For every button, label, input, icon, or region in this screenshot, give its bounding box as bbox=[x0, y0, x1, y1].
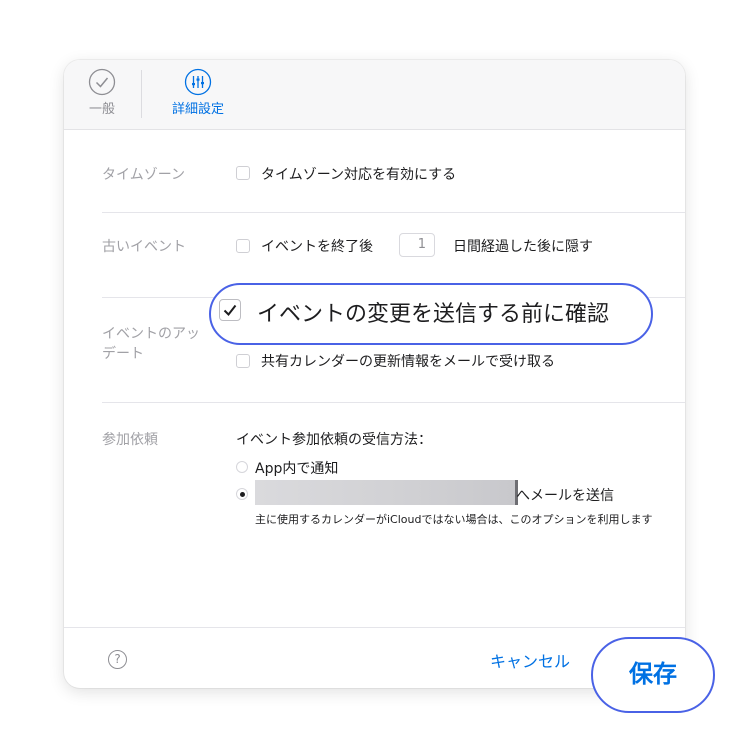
cancel-button[interactable]: キャンセル bbox=[490, 648, 570, 672]
shared-updates-option-label: 共有カレンダーの更新情報をメールで受け取る bbox=[261, 354, 555, 370]
email-radio[interactable] bbox=[236, 488, 248, 500]
hide-old-events-prefix: イベントを終了後 bbox=[261, 239, 373, 255]
timezone-checkbox[interactable] bbox=[236, 166, 250, 180]
checkmark-circle-icon bbox=[88, 68, 116, 96]
event-updates-label-line2: デート bbox=[102, 346, 144, 362]
email-option-note: 主に使用するカレンダーがiCloudではない場合は、このオプションを利用します bbox=[255, 513, 653, 526]
timezone-option-label: タイムゾーン対応を有効にする bbox=[261, 167, 457, 183]
event-updates-label: イベントのアッ デート bbox=[102, 324, 200, 364]
tab-general[interactable]: 一般 bbox=[82, 68, 122, 117]
event-updates-label-line1: イベントのアッ bbox=[102, 326, 200, 342]
invitations-heading: イベント参加依頼の受信方法： bbox=[236, 432, 432, 448]
save-button[interactable]: 保存 bbox=[591, 637, 715, 713]
help-icon[interactable]: ? bbox=[108, 650, 127, 669]
divider bbox=[102, 212, 685, 213]
checkmark-icon bbox=[223, 304, 237, 317]
footer-divider bbox=[64, 627, 685, 628]
timezone-label: タイムゾーン bbox=[102, 167, 186, 183]
invitations-label: 参加依頼 bbox=[102, 432, 158, 448]
tab-advanced[interactable]: 詳細設定 bbox=[160, 68, 236, 117]
confirm-before-sending-checkbox[interactable] bbox=[219, 299, 241, 321]
redacted-email bbox=[255, 480, 517, 505]
tab-general-label: 一般 bbox=[88, 102, 115, 117]
confirm-before-sending-label: イベントの変更を送信する前に確認 bbox=[257, 302, 610, 327]
notify-in-app-label: App内で通知 bbox=[255, 461, 339, 477]
shared-updates-checkbox[interactable] bbox=[236, 354, 250, 368]
hide-old-events-checkbox[interactable] bbox=[236, 239, 250, 253]
preferences-toolbar: 一般 詳細設定 bbox=[64, 60, 685, 130]
days-input[interactable]: 1 bbox=[399, 233, 435, 257]
hide-old-events-suffix: 日間経過した後に隠す bbox=[453, 239, 593, 255]
preferences-dialog: 一般 詳細設定 タイムゾーン タイムゾーン対応を有効にする 古いイベント イベン… bbox=[64, 60, 685, 688]
old-events-label: 古いイベント bbox=[102, 239, 186, 255]
email-option-suffix: へメールを送信 bbox=[516, 488, 614, 504]
tab-divider bbox=[141, 70, 142, 118]
tab-advanced-label: 詳細設定 bbox=[171, 102, 224, 117]
notify-in-app-radio[interactable] bbox=[236, 461, 248, 473]
divider bbox=[102, 402, 685, 403]
sliders-icon bbox=[184, 68, 212, 96]
